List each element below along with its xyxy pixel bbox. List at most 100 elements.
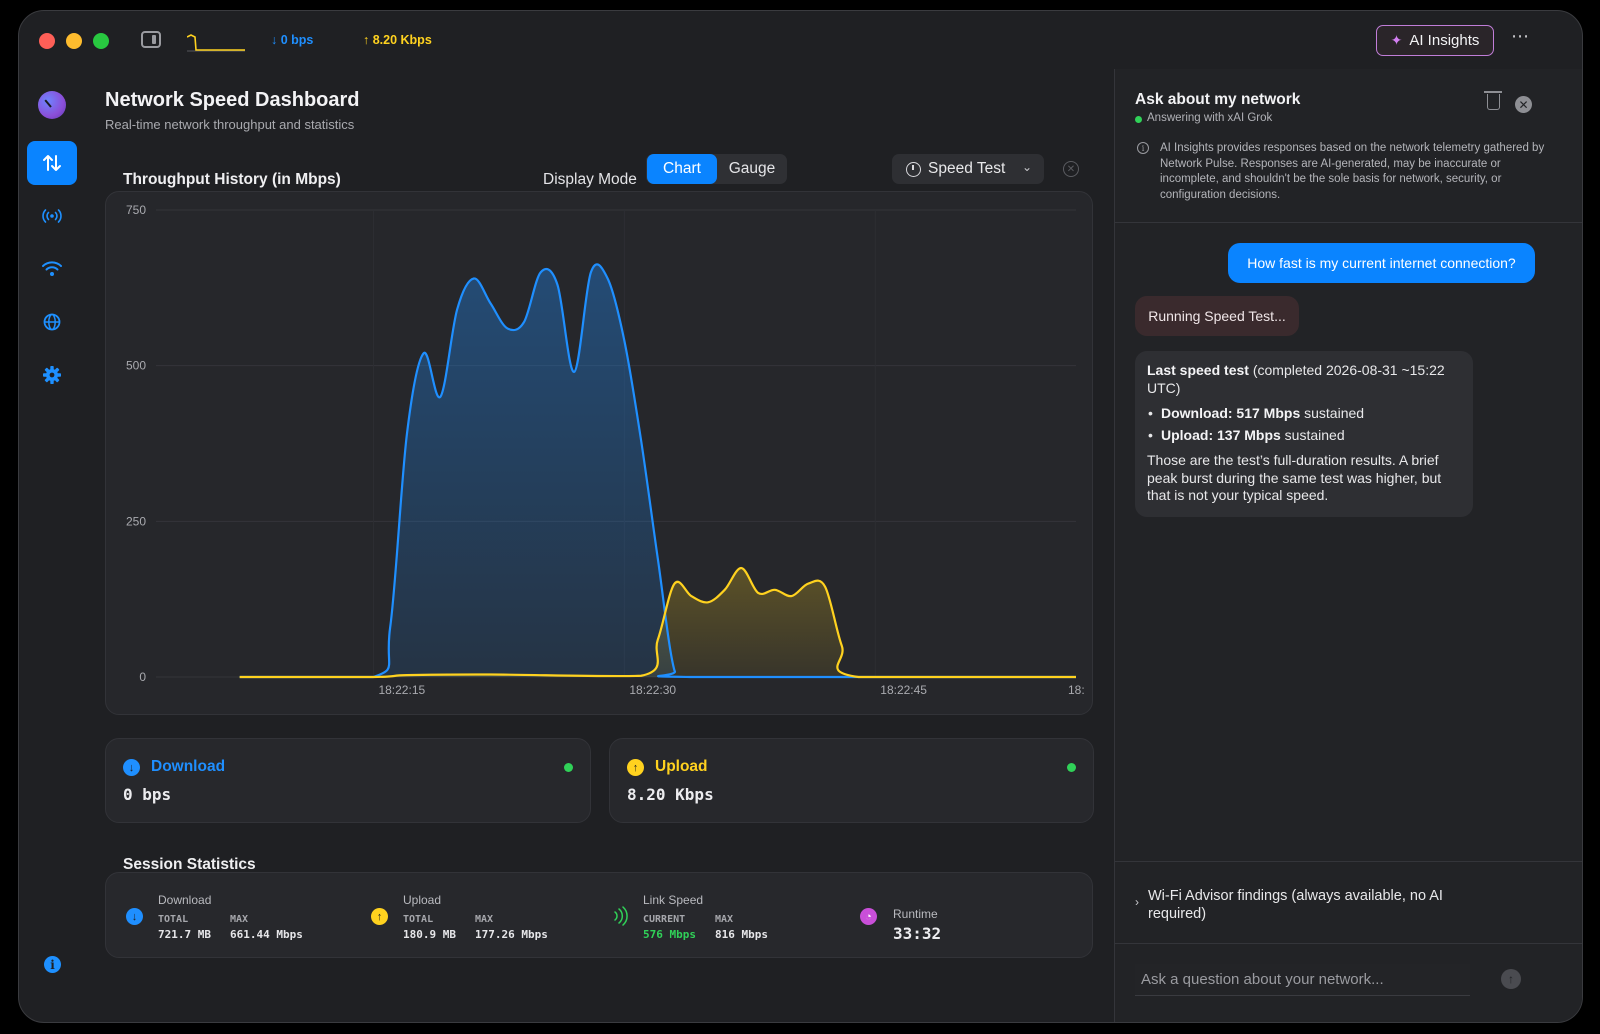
answer-summary: Those are the test’s full-duration resul… bbox=[1147, 452, 1442, 503]
stat-download-total: 721.7 MB bbox=[158, 928, 211, 941]
stat-upload-total-label: TOTAL bbox=[403, 914, 434, 925]
y-tick-label: 500 bbox=[126, 359, 146, 373]
stat-upload-total: 180.9 MB bbox=[403, 928, 456, 941]
upload-arrow-icon: ↑ bbox=[371, 908, 388, 925]
download-label: Download bbox=[151, 758, 226, 775]
x-tick-label: 18:22:45 bbox=[880, 683, 927, 697]
download-arrow-icon: ↓ bbox=[123, 759, 140, 776]
user-message-bubble: How fast is my current internet connecti… bbox=[1228, 243, 1535, 283]
download-value: 0 bps bbox=[123, 785, 172, 804]
page-subtitle: Real-time network throughput and statist… bbox=[105, 117, 355, 132]
wifi-icon bbox=[42, 261, 62, 276]
send-button[interactable]: ↑ bbox=[1501, 969, 1521, 989]
app-window: ↓ 0 bps ↑ 8.20 Kbps ✦ AI Insights ⋯ i Ne… bbox=[18, 10, 1583, 1023]
close-panel-button[interactable]: ✕ bbox=[1515, 96, 1532, 113]
session-statistics-card: ↓ Download TOTAL 721.7 MB MAX 661.44 Mbp… bbox=[105, 872, 1093, 958]
answer-heading: Last speed test (completed 2026-08-31 ~1… bbox=[1147, 362, 1461, 397]
sparkle-icon: ✦ bbox=[1390, 32, 1403, 48]
upload-label: Upload bbox=[655, 758, 708, 775]
clear-speed-test-button[interactable]: ✕ bbox=[1063, 161, 1079, 177]
upload-status-dot bbox=[1067, 763, 1076, 772]
stat-runtime-value: 33:32 bbox=[893, 924, 942, 943]
divider bbox=[1115, 943, 1582, 944]
status-dot bbox=[1135, 116, 1142, 123]
nav-item-network[interactable] bbox=[27, 300, 77, 344]
divider bbox=[1115, 222, 1582, 223]
ai-insights-button[interactable]: ✦ AI Insights bbox=[1376, 25, 1494, 56]
clock-icon bbox=[906, 161, 921, 177]
sidebar-toggle-icon[interactable] bbox=[141, 31, 161, 48]
more-options-button[interactable]: ⋯ bbox=[1511, 26, 1530, 47]
stat-upload-max-label: MAX bbox=[475, 914, 494, 925]
app-logo-icon bbox=[38, 91, 66, 119]
x-tick-label: 18:22:15 bbox=[378, 683, 425, 697]
throughput-chart: 0 250 500 750 18:22:15 18:22:30 18:22:45 18: bbox=[105, 191, 1093, 715]
divider bbox=[1115, 861, 1582, 862]
y-tick-label: 250 bbox=[126, 514, 146, 528]
stat-download-max: 661.44 Mbps bbox=[230, 928, 303, 941]
antenna-icon bbox=[42, 209, 62, 223]
mode-gauge-button[interactable]: Gauge bbox=[718, 154, 786, 184]
answer-bullet: Upload: 137 Mbps sustained bbox=[1147, 427, 1461, 445]
gear-icon bbox=[43, 366, 61, 384]
mode-chart-button[interactable]: Chart bbox=[647, 154, 717, 184]
sidebar-nav: i bbox=[19, 69, 85, 1019]
chevron-right-icon[interactable]: › bbox=[1135, 895, 1139, 909]
page-title: Network Speed Dashboard bbox=[105, 89, 360, 111]
titlebar-upload-rate: ↑ 8.20 Kbps bbox=[363, 33, 432, 47]
ai-insights-label: AI Insights bbox=[1409, 32, 1480, 49]
titlebar-download-rate: ↓ 0 bps bbox=[271, 33, 314, 47]
stat-download-max-label: MAX bbox=[230, 914, 249, 925]
link-signal-icon bbox=[614, 906, 628, 926]
ai-disclaimer: AI Insights provides responses based on … bbox=[1160, 142, 1545, 201]
status-message-bubble: Running Speed Test... bbox=[1135, 296, 1299, 336]
display-mode-label: Display Mode bbox=[543, 171, 637, 188]
upload-value: 8.20 Kbps bbox=[627, 785, 714, 804]
display-mode-segmented-control: Chart Gauge bbox=[646, 154, 787, 184]
download-status-dot bbox=[564, 763, 573, 772]
panel-subtitle: Answering with xAI Grok bbox=[1147, 112, 1273, 124]
ai-insights-panel: Ask about my network Answering with xAI … bbox=[1114, 69, 1582, 1022]
bullet-rest: sustained bbox=[1300, 405, 1365, 421]
transfer-arrows-icon bbox=[43, 155, 61, 171]
bullet-rest: sustained bbox=[1280, 426, 1345, 443]
speed-test-label: Speed Test bbox=[928, 160, 1006, 177]
chevron-down-icon: ⌄ bbox=[1021, 160, 1032, 174]
answer-bullets: Download: 517 Mbps sustained Upload: 137… bbox=[1147, 405, 1461, 444]
panel-title: Ask about my network bbox=[1135, 91, 1301, 108]
info-icon[interactable]: i bbox=[44, 956, 61, 973]
answer-bullet: Download: 517 Mbps sustained bbox=[1147, 405, 1461, 423]
download-series-area bbox=[239, 264, 1077, 677]
stat-upload-label: Upload bbox=[403, 893, 442, 907]
clock-icon: ◔ bbox=[860, 908, 877, 925]
nav-item-signal[interactable] bbox=[27, 194, 77, 238]
maximize-window-button[interactable] bbox=[93, 33, 109, 49]
nav-item-wifi[interactable] bbox=[27, 247, 77, 291]
stat-runtime-label: Runtime bbox=[893, 907, 938, 921]
assistant-message-bubble: Last speed test (completed 2026-08-31 ~1… bbox=[1135, 351, 1473, 517]
answer-heading-bold: Last speed test bbox=[1147, 362, 1249, 378]
info-icon: i bbox=[1137, 142, 1149, 154]
stat-link-max-label: MAX bbox=[715, 914, 734, 925]
x-tick-label: 18:22:30 bbox=[629, 683, 676, 697]
globe-icon bbox=[43, 313, 61, 331]
y-tick-label: 0 bbox=[139, 670, 146, 684]
close-window-button[interactable] bbox=[39, 33, 55, 49]
upload-card: ↑ Upload 8.20 Kbps bbox=[609, 738, 1094, 823]
title-bar: ↓ 0 bps ↑ 8.20 Kbps ✦ AI Insights ⋯ bbox=[19, 11, 1582, 69]
stat-download-label: Download bbox=[158, 893, 212, 907]
ask-question-input[interactable] bbox=[1135, 964, 1470, 996]
wifi-advisor-disclosure[interactable]: Wi-Fi Advisor findings (always available… bbox=[1148, 887, 1468, 923]
chart-title: Throughput History (in Mbps) bbox=[123, 171, 341, 188]
upload-arrow-icon: ↑ bbox=[627, 759, 644, 776]
speed-test-dropdown[interactable]: Speed Test ⌄ bbox=[892, 154, 1044, 184]
minimize-window-button[interactable] bbox=[66, 33, 82, 49]
x-tick-label: 18: bbox=[1068, 683, 1085, 697]
download-card: ↓ Download 0 bps bbox=[105, 738, 591, 823]
stat-upload-max: 177.26 Mbps bbox=[475, 928, 548, 941]
download-arrow-icon: ↓ bbox=[126, 908, 143, 925]
trash-icon[interactable] bbox=[1484, 91, 1502, 110]
nav-item-throughput[interactable] bbox=[27, 141, 77, 185]
nav-item-settings[interactable] bbox=[27, 353, 77, 397]
y-tick-label: 750 bbox=[126, 203, 146, 217]
